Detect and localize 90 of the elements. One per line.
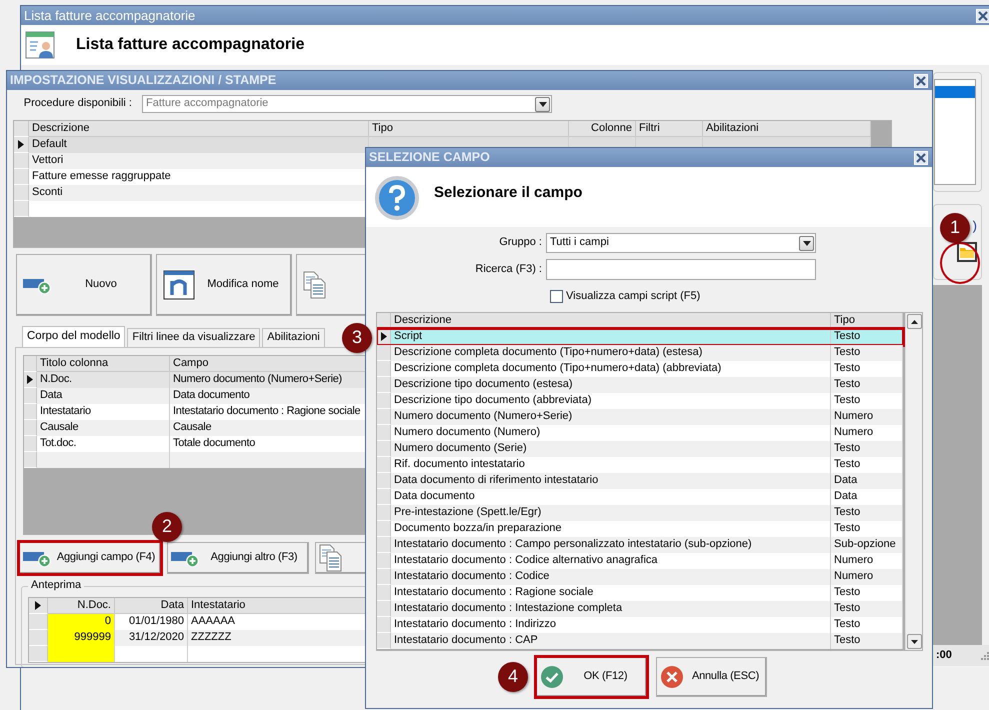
rename-button[interactable]: Modifica nome — [156, 254, 292, 316]
field-label: Gruppo : — [498, 236, 543, 250]
table-row[interactable]: Intestatario documento : CAP Testo — [377, 633, 903, 649]
cancel-icon — [660, 665, 684, 689]
window-title: IMPOSTAZIONE VISUALIZZAZIONI / STAMPE — [10, 73, 276, 88]
row-selector[interactable] — [14, 137, 29, 153]
procedure-dropdown[interactable]: Fatture accompagnatorie — [142, 95, 552, 113]
column-header: Tipo — [369, 121, 569, 137]
table-row[interactable]: Data documento di riferimento intestatario Data — [377, 473, 903, 489]
table-row[interactable]: Descrizione completa documento (Tipo+numero+data) (abbreviata) Testo — [377, 361, 903, 377]
folder-icon — [960, 246, 974, 258]
rename-icon — [163, 270, 195, 300]
row-pointer-icon — [27, 375, 33, 384]
window-title: SELEZIONE CAMPO — [369, 150, 490, 165]
table-cell: 999999 — [48, 630, 115, 646]
table-row[interactable]: Intestatario documento : Ragione sociale Testo — [377, 585, 903, 601]
close-button[interactable] — [914, 150, 928, 164]
row-pointer-icon — [18, 140, 24, 149]
header-corner — [14, 121, 29, 137]
checkbox-label: Visualizza campi script (F5) — [566, 290, 700, 304]
table-row[interactable]: Descrizione tipo documento (abbreviata) Testo — [377, 393, 903, 409]
column-header: Filtri — [636, 121, 703, 137]
caret-icon — [802, 240, 810, 246]
table-row[interactable]: Script Testo — [377, 329, 903, 345]
table-row[interactable]: Numero documento (Numero) Numero — [377, 425, 903, 441]
add-field-button[interactable]: Aggiungi altro (F3) — [167, 542, 309, 574]
close-icon — [916, 152, 926, 162]
new-button[interactable]: Nuovo — [16, 254, 152, 316]
table-cell: 0 — [48, 614, 115, 630]
table-row[interactable]: Pre-intestazione (Spett.le/Egr) Testo — [377, 505, 903, 521]
add-field-icon — [23, 276, 51, 294]
checkbox[interactable] — [550, 290, 563, 303]
tab[interactable]: Abilitazioni — [262, 328, 325, 347]
tab[interactable]: Filtri linee da visualizzare — [127, 328, 260, 347]
table-row[interactable]: Intestatario documento : Codice alternativo anagrafica Numero — [377, 553, 903, 569]
dialog-heading: Selezionare il campo — [434, 184, 582, 203]
group-dropdown[interactable]: Tutti i campi — [546, 233, 816, 253]
status-text: :00 — [936, 648, 952, 662]
documents-icon — [303, 271, 327, 299]
label-text: ) — [972, 218, 977, 233]
close-button[interactable] — [914, 74, 928, 88]
scroll-up-icon — [910, 320, 918, 324]
add-field-icon — [171, 549, 199, 567]
table-row[interactable]: Descrizione tipo documento (estesa) Testo — [377, 377, 903, 393]
column-header: N.Doc. — [48, 598, 115, 614]
column-header: Colonne — [569, 121, 636, 137]
contacts-icon — [24, 29, 56, 61]
row-selector[interactable] — [24, 372, 37, 388]
row-pointer-icon — [35, 601, 41, 610]
table-cell: Intestatario documento : CAP — [391, 633, 831, 649]
window-heading: Lista fatture accompagnatorie — [76, 35, 304, 55]
table-row[interactable]: Intestatario documento : Codice Numero — [377, 569, 903, 585]
check-icon — [540, 665, 564, 689]
tab[interactable]: Corpo del modello — [22, 326, 126, 347]
caret-icon — [538, 102, 546, 106]
field-label: Ricerca (F3) : — [474, 262, 543, 276]
close-icon — [916, 76, 926, 86]
table-row[interactable]: Documento bozza/in preparazione Testo — [377, 521, 903, 537]
table-row[interactable]: Numero documento (Numero+Serie) Numero — [377, 409, 903, 425]
header-corner — [24, 356, 37, 372]
scroll-down-icon — [910, 640, 918, 644]
table-row[interactable]: Data documento Data — [377, 489, 903, 505]
window-title: Lista fatture accompagnatorie — [24, 8, 196, 24]
table-row[interactable]: Intestatario documento : Indirizzo Testo — [377, 617, 903, 633]
table-row[interactable]: Descrizione completa documento (Tipo+numero+data) (estesa) Testo — [377, 345, 903, 361]
add-field-button[interactable]: Aggiungi campo (F4) — [19, 542, 161, 574]
column-header: Titolo colonna — [37, 356, 170, 372]
documents-icon — [319, 544, 343, 572]
table-row[interactable]: Numero documento (Serie) Testo — [377, 441, 903, 457]
resize-grip-icon — [981, 652, 989, 660]
ok-button[interactable]: OK (F12) — [536, 657, 647, 697]
row-selector[interactable] — [377, 329, 391, 345]
column-header: Descrizione — [29, 121, 369, 137]
group-label: Anteprima — [28, 579, 84, 592]
row-pointer-icon — [380, 332, 386, 341]
column-header: Abilitazioni — [703, 121, 871, 137]
field-label: Procedure disponibili : — [22, 97, 133, 111]
column-header: Data — [115, 598, 188, 614]
close-button[interactable] — [976, 8, 989, 22]
table-cell: Testo — [831, 633, 903, 649]
search-field[interactable] — [546, 259, 816, 280]
table-row[interactable]: Intestatario documento : Campo personalizzato intestatario (sub-opzione) Sub-opzione — [377, 537, 903, 553]
table-row[interactable]: Rif. documento intestatario Testo — [377, 457, 903, 473]
scrollbar[interactable] — [905, 313, 922, 650]
folder-button[interactable] — [957, 242, 977, 262]
add-field-icon — [23, 549, 51, 567]
help-icon — [374, 175, 420, 221]
cancel-button[interactable]: Annulla (ESC) — [656, 657, 767, 697]
close-icon — [978, 10, 988, 20]
table-row[interactable]: Intestatario documento : Intestazione completa Testo — [377, 601, 903, 617]
